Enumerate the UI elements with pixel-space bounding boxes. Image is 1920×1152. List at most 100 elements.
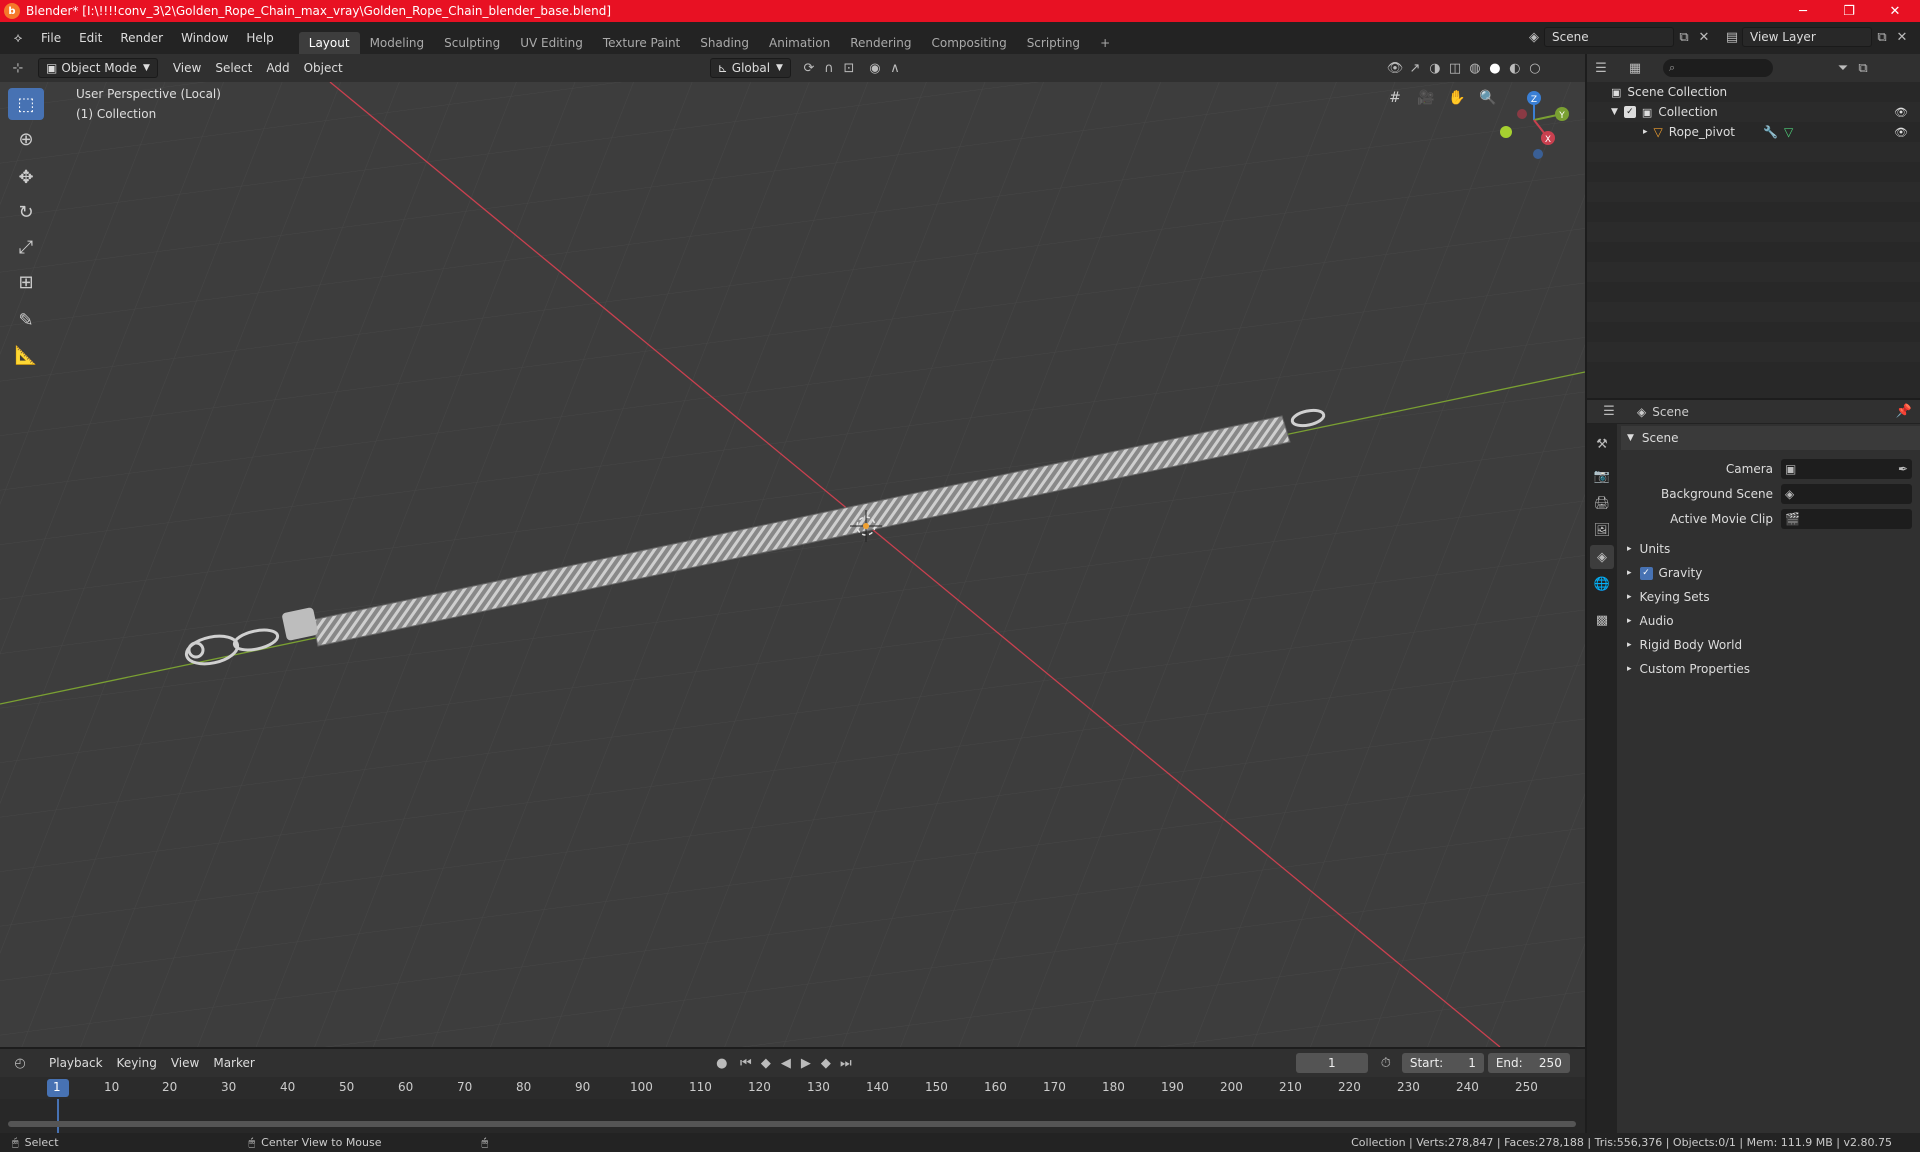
solid-shading-icon[interactable]: ● xyxy=(1485,58,1505,78)
tab-rendering[interactable]: Rendering xyxy=(840,32,921,54)
wireframe-shading-icon[interactable]: ◍ xyxy=(1465,58,1485,78)
eye-icon[interactable]: 👁 xyxy=(1894,106,1908,119)
menu-window[interactable]: Window xyxy=(172,31,237,45)
render-tab-icon[interactable]: 📷 xyxy=(1590,464,1614,488)
timeline-editor-type-icon[interactable]: ◴ xyxy=(10,1053,30,1073)
overlay-toggle-icon[interactable]: ◑ xyxy=(1425,58,1445,78)
stopwatch-icon[interactable]: ⏱ xyxy=(1376,1053,1396,1073)
scale-tool-icon[interactable]: ⤢ xyxy=(8,231,44,263)
pan-hand-icon[interactable]: ✋ xyxy=(1443,84,1471,112)
tab-animation[interactable]: Animation xyxy=(759,32,840,54)
display-mode-icon[interactable]: ▦ xyxy=(1625,58,1645,78)
viewport-menu-add[interactable]: Add xyxy=(259,58,296,78)
menu-render[interactable]: Render xyxy=(111,31,172,45)
keying-sets-section-header[interactable]: ▸ Keying Sets xyxy=(1621,585,1920,609)
audio-section-header[interactable]: ▸ Audio xyxy=(1621,609,1920,633)
modifier-wrench-icon[interactable]: 🔧 xyxy=(1763,125,1778,139)
material-shading-icon[interactable]: ◐ xyxy=(1505,58,1525,78)
rendered-shading-icon[interactable]: ○ xyxy=(1525,58,1545,78)
close-button[interactable]: ✕ xyxy=(1872,0,1918,22)
snap-icon[interactable]: ∩ xyxy=(819,58,839,78)
timeline-track-area[interactable] xyxy=(0,1099,1585,1133)
annotate-tool-icon[interactable]: ✎ xyxy=(8,304,44,336)
texture-tab-icon[interactable]: ▩ xyxy=(1590,608,1614,632)
world-tab-icon[interactable]: 🌐 xyxy=(1590,572,1614,596)
outliner-scene-collection[interactable]: ▣ Scene Collection xyxy=(1587,82,1920,102)
grid-view-icon[interactable]: # xyxy=(1381,84,1409,112)
falloff-icon[interactable]: ∧ xyxy=(885,58,905,78)
new-scene-icon[interactable]: ⧉ xyxy=(1674,27,1694,47)
jump-to-start-icon[interactable]: ⏮ xyxy=(736,1053,756,1073)
outliner-editor-type-icon[interactable]: ☰ xyxy=(1591,58,1611,78)
outliner-search-input[interactable]: ⌕ xyxy=(1663,59,1773,77)
view-layer-tab-icon[interactable]: 🖼 xyxy=(1590,518,1614,542)
tab-modeling[interactable]: Modeling xyxy=(360,32,435,54)
object-mode-dropdown[interactable]: ▣ Object Mode ▼ xyxy=(38,58,158,78)
pivot-point-icon[interactable]: ⟳ xyxy=(799,58,819,78)
mesh-data-icon[interactable]: ▽ xyxy=(1784,125,1793,139)
pin-icon[interactable]: 📌 xyxy=(1894,402,1914,422)
select-box-tool-icon[interactable]: ⬚ xyxy=(8,88,44,120)
view-layer-name-field[interactable]: View Layer xyxy=(1742,27,1872,47)
collection-checkbox[interactable]: ✓ xyxy=(1623,106,1636,118)
eye-icon[interactable]: 👁 xyxy=(1894,126,1908,139)
timeline-menu-playback[interactable]: Playback xyxy=(42,1053,110,1073)
xray-toggle-icon[interactable]: ◫ xyxy=(1445,58,1465,78)
record-keyframe-icon[interactable]: ● xyxy=(712,1053,732,1073)
visibility-icon[interactable]: 👁 xyxy=(1385,58,1405,78)
tab-uv-editing[interactable]: UV Editing xyxy=(510,32,593,54)
expand-arrow-icon[interactable]: ▼ xyxy=(1611,107,1618,117)
viewport-menu-select[interactable]: Select xyxy=(208,58,259,78)
play-icon[interactable]: ▶ xyxy=(796,1053,816,1073)
expand-arrow-icon[interactable]: ▸ xyxy=(1643,127,1648,137)
tab-layout[interactable]: Layout xyxy=(298,32,360,54)
frame-ruler[interactable]: 1 10 20 30 40 50 60 70 80 90 100 110 120… xyxy=(0,1077,1585,1099)
start-frame-field[interactable]: Start: 1 xyxy=(1401,1053,1484,1073)
tool-tab-icon[interactable]: ⚒ xyxy=(1590,432,1614,456)
menu-edit[interactable]: Edit xyxy=(70,31,111,45)
outliner-object-row[interactable]: ▸ ▽ Rope_pivot 🔧 ▽ 👁 xyxy=(1587,122,1920,142)
scene-name-field[interactable]: Scene xyxy=(1544,27,1674,47)
jump-to-keyframe-forward-icon[interactable]: ◆ xyxy=(816,1053,836,1073)
blender-menu-icon[interactable]: ⟡ xyxy=(8,28,28,48)
zoom-icon[interactable]: 🔍 xyxy=(1474,84,1502,112)
camera-field[interactable]: ▣ ✒ xyxy=(1781,458,1912,479)
scene-tab-icon[interactable]: ◈ xyxy=(1590,545,1614,569)
units-section-header[interactable]: ▸ Units xyxy=(1621,537,1920,561)
menu-file[interactable]: File xyxy=(32,31,70,45)
rotate-tool-icon[interactable]: ↻ xyxy=(8,196,44,228)
tab-texture-paint[interactable]: Texture Paint xyxy=(593,32,690,54)
timeline-scrollbar[interactable] xyxy=(8,1121,1576,1127)
tab-compositing[interactable]: Compositing xyxy=(921,32,1016,54)
output-tab-icon[interactable]: 🖨 xyxy=(1590,491,1614,515)
editor-type-icon[interactable]: ⊹ xyxy=(8,58,28,78)
custom-properties-section-header[interactable]: ▸ Custom Properties xyxy=(1621,657,1920,681)
filter-icon[interactable]: ⏷ xyxy=(1833,58,1853,78)
snap-target-icon[interactable]: ⊡ xyxy=(839,58,859,78)
transform-orientation-dropdown[interactable]: ⊾ Global ▼ xyxy=(709,58,791,78)
maximize-button[interactable]: ❐ xyxy=(1826,0,1872,22)
jump-to-end-icon[interactable]: ⏭ xyxy=(836,1053,856,1073)
jump-to-keyframe-back-icon[interactable]: ◆ xyxy=(756,1053,776,1073)
measure-tool-icon[interactable]: 📐 xyxy=(8,339,44,371)
viewport-menu-object[interactable]: Object xyxy=(297,58,350,78)
minimize-button[interactable]: ─ xyxy=(1780,0,1826,22)
eyedropper-icon[interactable]: ✒ xyxy=(1898,462,1908,476)
scene-section-header[interactable]: ▼ Scene xyxy=(1621,426,1920,450)
new-view-layer-icon[interactable]: ⧉ xyxy=(1872,27,1892,47)
cursor-tool-icon[interactable]: ⊕ xyxy=(8,123,44,155)
timeline-menu-view[interactable]: View xyxy=(164,1053,206,1073)
new-collection-icon[interactable]: ⧉ xyxy=(1853,58,1873,78)
background-scene-field[interactable]: ◈ xyxy=(1781,483,1912,504)
3d-viewport[interactable]: Z Y X ⊹ ▣ Object Mode ▼ View Select Add … xyxy=(0,54,1585,1047)
proportional-edit-icon[interactable]: ◉ xyxy=(865,58,885,78)
tab-shading[interactable]: Shading xyxy=(690,32,759,54)
rigid-body-world-section-header[interactable]: ▸ Rigid Body World xyxy=(1621,633,1920,657)
add-workspace-button[interactable]: + xyxy=(1090,32,1120,54)
transform-tool-icon[interactable]: ⊞ xyxy=(8,266,44,298)
delete-view-layer-icon[interactable]: ✕ xyxy=(1892,27,1912,47)
menu-help[interactable]: Help xyxy=(237,31,282,45)
timeline-menu-keying[interactable]: Keying xyxy=(110,1053,164,1073)
move-tool-icon[interactable]: ✥ xyxy=(8,161,44,193)
gravity-checkbox[interactable]: ✓ xyxy=(1639,566,1653,580)
